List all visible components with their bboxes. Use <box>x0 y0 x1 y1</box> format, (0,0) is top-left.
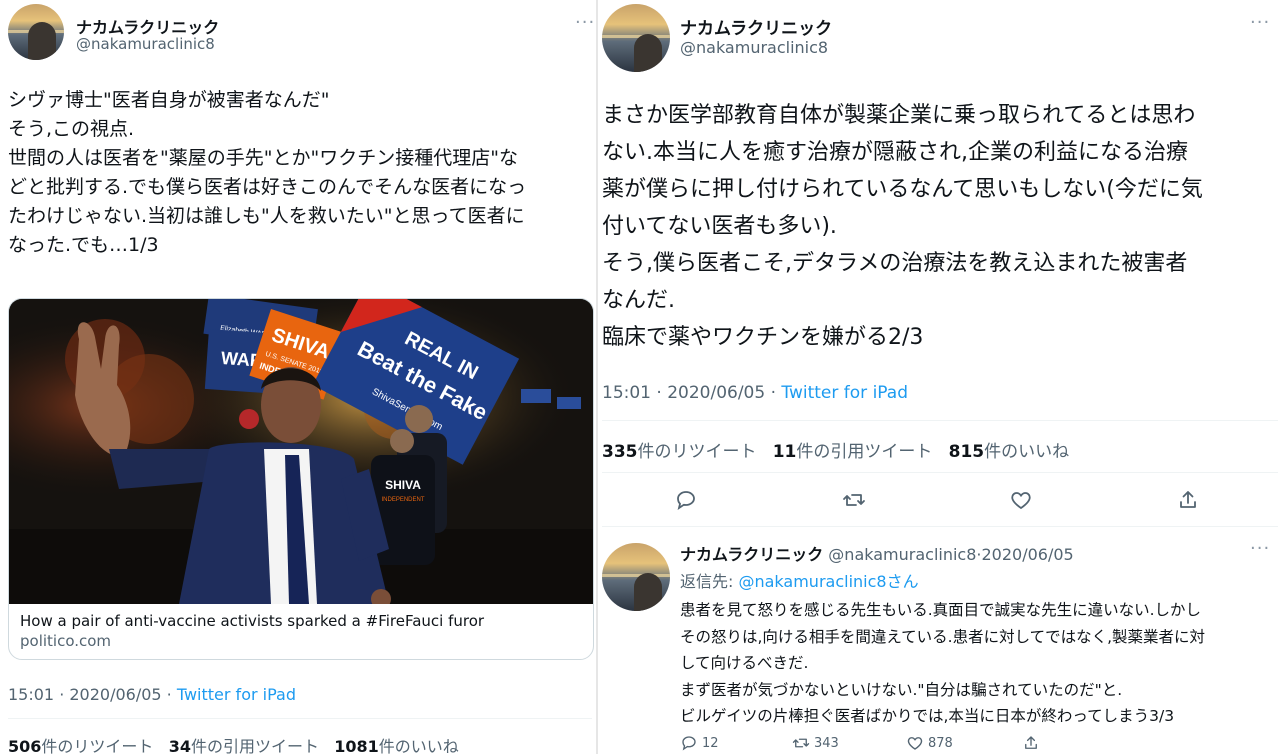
reply-like-button[interactable]: 878 <box>906 734 953 752</box>
like-icon <box>1011 492 1031 510</box>
sign-text: INDEPENDENT <box>381 497 424 503</box>
quote-label: 件の引用ツイート <box>190 737 319 754</box>
retweet-count-link[interactable]: 335件のリツイート <box>602 442 757 462</box>
retweet-count: 506 <box>8 737 42 754</box>
avatar[interactable] <box>602 4 670 72</box>
retweet-button[interactable] <box>842 488 866 512</box>
tweet-source-link[interactable]: Twitter for iPad <box>781 383 908 403</box>
share-button[interactable] <box>1176 488 1200 512</box>
reply-share-button[interactable] <box>1022 734 1040 752</box>
tweet-stats: 335件のリツイート 11件の引用ツイート 815件のいいね <box>602 437 1069 462</box>
author-name[interactable]: ナカムラクリニック <box>680 14 832 39</box>
sign-text: SHIVA <box>385 478 421 492</box>
more-options-icon[interactable]: ··· <box>1250 538 1270 559</box>
quote-count: 11 <box>772 442 797 462</box>
reply-to-line: 返信先: @nakamuraclinic8さん <box>680 568 919 592</box>
retweet-count: 343 <box>814 735 839 751</box>
tweet-stats: 506件のリツイート 34件の引用ツイート 1081件のいいね <box>8 733 459 754</box>
avatar[interactable] <box>8 4 64 60</box>
retweet-icon <box>843 494 865 506</box>
quote-label: 件の引用ツイート <box>796 442 933 462</box>
tweet-panel-right: ナカムラクリニック @nakamuraclinic8 ··· まさか医学部教育自… <box>598 0 1280 754</box>
reply-text: 患者を見て怒りを感じる先生もいる.真面目で誠実な先生に違いない.しかし その怒り… <box>680 601 1206 725</box>
more-options-icon[interactable]: ··· <box>1250 12 1270 33</box>
tweet-timestamp: 15:01 · 2020/06/05 · Twitter for iPad <box>8 685 296 704</box>
like-button[interactable] <box>1009 488 1033 512</box>
like-label: 件のいいね <box>984 442 1070 462</box>
reply-header: ナカムラクリニック @nakamuraclinic8·2020/06/05 <box>680 541 1074 565</box>
reply-handle-date[interactable]: @nakamuraclinic8·2020/06/05 <box>828 545 1073 564</box>
reply-icon <box>677 491 695 511</box>
tweet-text: シヴァ博士"医者自身が被害者なんだ" そう,この視点. 世間の人は医者を"薬屋の… <box>8 89 527 256</box>
like-label: 件のいいね <box>378 737 459 754</box>
author-handle[interactable]: @nakamuraclinic8 <box>680 38 828 57</box>
tweet-source-link[interactable]: Twitter for iPad <box>177 685 296 704</box>
like-count: 1081 <box>334 737 379 754</box>
share-icon <box>1025 736 1037 749</box>
divider <box>602 526 1278 527</box>
card-domain[interactable]: politico.com <box>20 632 111 650</box>
card-image: Elizabeth WARREN FOR WAR SHIVA U.S. SENA… <box>9 299 593 604</box>
like-count-link[interactable]: 815件のいいね <box>949 442 1070 462</box>
timestamp-text[interactable]: 15:01 · 2020/06/05 · <box>602 383 781 403</box>
tweet-text: まさか医学部教育自体が製薬企業に乗っ取られてるとは思わ ない.本当に人を癒す治療… <box>602 103 1203 350</box>
like-count: 878 <box>928 735 953 751</box>
link-card[interactable]: Elizabeth WARREN FOR WAR SHIVA U.S. SENA… <box>8 298 594 660</box>
like-icon <box>907 737 923 750</box>
divider <box>602 420 1278 421</box>
more-options-icon[interactable]: ··· <box>575 12 595 33</box>
reply-avatar[interactable] <box>602 543 670 611</box>
reply-count: 12 <box>702 735 719 751</box>
reply-to-prefix: 返信先: <box>680 572 739 591</box>
retweet-count-link[interactable]: 506件のリツイート <box>8 737 153 754</box>
retweet-count: 335 <box>602 442 638 462</box>
reply-author-name[interactable]: ナカムラクリニック <box>680 545 823 564</box>
quote-count-link[interactable]: 11件の引用ツイート <box>773 442 933 462</box>
reply-reply-button[interactable]: 12 <box>680 734 719 752</box>
divider <box>602 472 1278 473</box>
rally-photo: Elizabeth WARREN FOR WAR SHIVA U.S. SENA… <box>9 299 593 604</box>
like-count: 815 <box>948 442 985 462</box>
reply-retweet-button[interactable]: 343 <box>792 734 839 752</box>
tweet-timestamp: 15:01 · 2020/06/05 · Twitter for iPad <box>602 383 908 403</box>
divider <box>8 718 592 719</box>
reply-to-handle-link[interactable]: @nakamuraclinic8さん <box>738 572 918 591</box>
timestamp-text[interactable]: 15:01 · 2020/06/05 · <box>8 685 177 704</box>
reply-button[interactable] <box>674 488 698 512</box>
author-handle[interactable]: @nakamuraclinic8 <box>76 35 215 53</box>
retweet-label: 件のリツイート <box>41 737 154 754</box>
reply-icon <box>682 736 696 751</box>
quote-count-link[interactable]: 34件の引用ツイート <box>169 737 319 754</box>
like-count-link[interactable]: 1081件のいいね <box>334 737 459 754</box>
share-icon <box>1180 491 1196 508</box>
retweet-label: 件のリツイート <box>637 442 757 462</box>
card-title[interactable]: How a pair of anti-vaccine activists spa… <box>20 612 484 630</box>
quote-count: 34 <box>168 737 191 754</box>
retweet-icon <box>792 738 810 748</box>
tweet-panel-left: ナカムラクリニック @nakamuraclinic8 ··· シヴァ博士"医者自… <box>0 0 596 754</box>
